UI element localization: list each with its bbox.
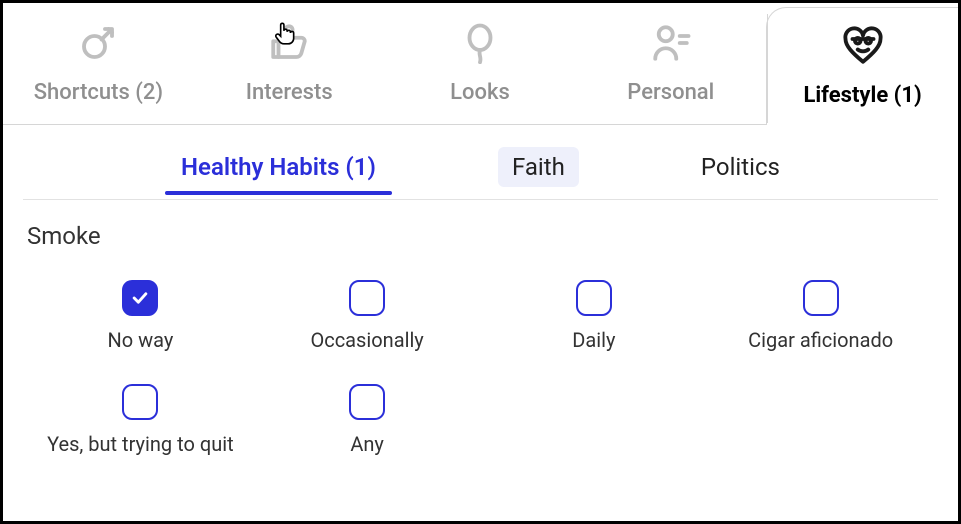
tab-lifestyle[interactable]: Lifestyle (1) [766,7,958,124]
checkbox-icon [803,280,839,316]
top-tabs: Shortcuts (2) Interests Looks [3,3,958,125]
tab-label: Looks [450,80,510,105]
checkbox-icon [122,384,158,420]
tab-personal[interactable]: Personal [575,3,766,124]
option-label: Occasionally [310,328,423,352]
option-no-way[interactable]: No way [27,268,254,372]
sub-tab-politics[interactable]: Politics [687,147,794,187]
heart-face-icon [842,25,884,73]
option-occasionally[interactable]: Occasionally [254,268,481,372]
option-label: Cigar aficionado [748,328,893,352]
sub-tab-label: Faith [512,153,565,181]
tab-interests[interactable]: Interests [194,3,385,124]
tab-shortcuts[interactable]: Shortcuts (2) [3,3,194,124]
options-grid: No way Occasionally Daily Cigar aficiona… [27,268,934,476]
option-any[interactable]: Any [254,372,481,476]
option-label: No way [107,328,173,352]
tab-label: Interests [246,80,333,105]
sub-tab-label: Healthy Habits (1) [181,153,376,181]
sub-tabs: Healthy Habits (1) Faith Politics [23,125,938,200]
option-daily[interactable]: Daily [481,268,708,372]
checkbox-icon [576,280,612,316]
checkbox-icon [122,280,158,316]
tab-looks[interactable]: Looks [385,3,576,124]
thumbs-up-icon [268,22,310,70]
checkbox-icon [349,384,385,420]
person-lines-icon [650,22,692,70]
tab-label: Shortcuts (2) [34,80,163,105]
checkbox-icon [349,280,385,316]
option-label: Yes, but trying to quit [47,432,234,456]
option-cigar-aficionado[interactable]: Cigar aficionado [707,268,934,372]
sub-tab-faith[interactable]: Faith [498,147,579,187]
tab-label: Personal [627,80,714,105]
section-title: Smoke [27,222,934,250]
option-label: Any [350,432,384,456]
tab-label: Lifestyle (1) [803,83,921,108]
option-label: Daily [572,328,615,352]
section-smoke: Smoke No way Occasionally Daily Cigar af… [3,200,958,476]
ring-arrow-icon [77,22,119,70]
balloon-icon [459,22,501,70]
sub-tab-label: Politics [701,153,780,181]
option-trying-to-quit[interactable]: Yes, but trying to quit [27,372,254,476]
sub-tab-healthy-habits[interactable]: Healthy Habits (1) [167,147,390,187]
